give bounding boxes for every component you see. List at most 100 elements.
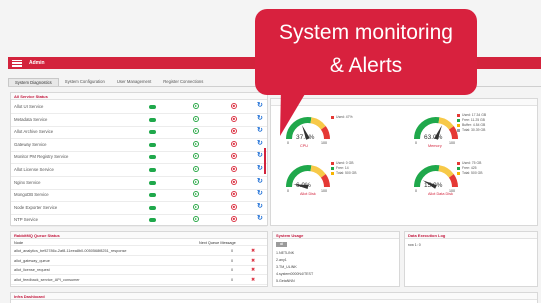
gauge-legend: Used: 75 GB Free: 425 Total: 500 GB bbox=[457, 161, 483, 176]
legend-text: Total: 500 GB bbox=[462, 171, 483, 175]
restart-icon[interactable]: ↻ bbox=[257, 189, 263, 197]
legend-swatch bbox=[457, 113, 460, 117]
stop-icon[interactable]: ■ bbox=[231, 128, 237, 135]
service-row: Metadata Service ▸ ■ ↻ bbox=[11, 114, 267, 127]
start-icon[interactable]: ▸ bbox=[193, 178, 199, 185]
scrollbar-thumb[interactable] bbox=[264, 148, 266, 174]
col-node: Node bbox=[14, 241, 24, 245]
panel-title: Data Execution Log bbox=[405, 232, 537, 239]
queue-count: 0 bbox=[231, 268, 234, 272]
stop-icon[interactable]: ■ bbox=[231, 191, 237, 198]
service-name: Monitor PM Registry Service bbox=[14, 154, 69, 160]
start-icon[interactable]: ▸ bbox=[193, 153, 199, 160]
service-row: NTP Service ▸ ■ ↻ bbox=[11, 214, 267, 228]
gauge-legend: Used: 17.34 GB Free: 11.25 GB Buffer: 4.54… bbox=[457, 113, 486, 133]
status-indicator bbox=[149, 142, 156, 147]
stop-icon[interactable]: ■ bbox=[231, 153, 237, 160]
gauge-min: 0 bbox=[287, 189, 289, 193]
queue-row: allot_analytics_be92786c-2af8-11eea8b0-0… bbox=[11, 247, 267, 256]
tab-register-connections[interactable]: Register Connections bbox=[157, 78, 209, 86]
gauge-band bbox=[438, 117, 454, 130]
stop-icon[interactable]: ■ bbox=[231, 103, 237, 109]
gauge-max: 100 bbox=[321, 141, 327, 145]
gauge-value: 6.0% bbox=[296, 182, 311, 189]
restart-icon[interactable]: ↻ bbox=[257, 151, 263, 159]
usage-item: 1.NETLINK bbox=[276, 251, 295, 255]
queue-row: allot_gateway_queue 0 ✖ bbox=[11, 257, 267, 266]
restart-icon[interactable]: ↻ bbox=[257, 202, 263, 210]
status-indicator bbox=[149, 105, 156, 109]
gauge-band bbox=[320, 174, 330, 188]
start-icon[interactable]: ▸ bbox=[193, 140, 199, 147]
start-icon[interactable]: ▸ bbox=[193, 115, 199, 122]
trash-icon[interactable]: ✖ bbox=[251, 277, 255, 283]
start-icon[interactable]: ▸ bbox=[193, 216, 199, 223]
stop-icon[interactable]: ■ bbox=[231, 178, 237, 185]
service-name: Allot UI Service bbox=[14, 104, 44, 109]
service-row: Allot UI Service ▸ ■ ↻ bbox=[11, 101, 267, 114]
status-indicator bbox=[149, 218, 156, 223]
service-row: Gateway Service ▸ ■ ↻ bbox=[11, 139, 267, 152]
gauge-min: 0 bbox=[415, 189, 417, 193]
tab-system-configuration[interactable]: System Configuration bbox=[59, 78, 111, 86]
usage-item: 3.TM_ULINK bbox=[276, 265, 297, 269]
trash-icon[interactable]: ✖ bbox=[251, 258, 255, 264]
execution-log-panel: Data Execution Log row 1: 0 bbox=[404, 231, 538, 287]
app-title: Admin bbox=[29, 60, 45, 66]
gauge-label: Allot Disk bbox=[300, 192, 316, 196]
service-row: MongoDB Service ▸ ■ ↻ bbox=[11, 189, 267, 203]
service-status-panel: All Service Status Allot UI Service ▸ ■ ↻ Me… bbox=[10, 92, 268, 228]
infra-dashboard-panel: Infra Dashboard bbox=[10, 292, 538, 303]
panel-title: RabbitMQ Queue Status bbox=[11, 232, 267, 239]
col-count: Next Queue Message bbox=[199, 241, 236, 245]
legend-swatch bbox=[457, 128, 460, 132]
start-icon[interactable]: ▸ bbox=[193, 103, 199, 109]
start-icon[interactable]: ▸ bbox=[193, 128, 199, 135]
gauge-band bbox=[448, 174, 458, 188]
trash-icon[interactable]: ✖ bbox=[251, 267, 255, 273]
stop-icon[interactable]: ■ bbox=[231, 203, 237, 210]
stop-icon[interactable]: ■ bbox=[231, 166, 237, 172]
start-icon[interactable]: ▸ bbox=[193, 203, 199, 210]
restart-icon[interactable]: ↻ bbox=[257, 214, 263, 222]
tab-system-diagnostics[interactable]: System Diagnostics bbox=[8, 78, 59, 86]
restart-icon[interactable]: ↻ bbox=[257, 164, 263, 172]
start-icon[interactable]: ▸ bbox=[193, 166, 199, 172]
status-indicator bbox=[149, 193, 156, 198]
trash-icon[interactable]: ✖ bbox=[251, 248, 255, 254]
menu-icon[interactable] bbox=[12, 59, 22, 67]
legend-swatch bbox=[331, 171, 334, 175]
service-row: Allot License Service ▸ ■ ↻ bbox=[11, 164, 267, 177]
callout-line-1: System monitoring bbox=[279, 21, 453, 44]
callout-line-2: & Alerts bbox=[329, 54, 403, 77]
start-icon[interactable]: ▸ bbox=[193, 191, 199, 198]
stop-icon[interactable]: ■ bbox=[231, 115, 237, 122]
status-indicator bbox=[149, 180, 156, 185]
queue-row: allot_feedback_service_API_consumer 0 ✖ bbox=[11, 276, 267, 285]
service-name: Node Exporter Service bbox=[14, 204, 58, 210]
legend-text: Free: 425 bbox=[462, 166, 477, 170]
status-indicator bbox=[149, 117, 156, 122]
queue-status-panel: RabbitMQ Queue Status Node Next Queue Me… bbox=[10, 231, 268, 287]
legend-text: Buffer: 4.54 GB bbox=[462, 123, 486, 127]
service-row: Allot Archive Service ▸ ■ ↻ bbox=[11, 126, 267, 140]
legend-swatch bbox=[331, 166, 334, 170]
stop-icon[interactable]: ■ bbox=[231, 140, 237, 147]
log-text: row 1: 0 bbox=[408, 243, 421, 247]
stop-icon[interactable]: ■ bbox=[231, 216, 237, 223]
service-row: Monitor PM Registry Service ▸ ■ ↻ bbox=[11, 151, 267, 165]
usage-item: 4.system0000N4/TEST bbox=[276, 272, 314, 276]
gauge-band bbox=[310, 165, 326, 178]
callout-text: System monitoring & Alerts bbox=[255, 16, 477, 82]
legend-swatch bbox=[457, 171, 460, 175]
legend-text: Free: 11.25 GB bbox=[462, 118, 485, 122]
filter-button[interactable]: all bbox=[276, 242, 287, 247]
gauge-band bbox=[438, 165, 454, 178]
gauge-band bbox=[448, 126, 458, 140]
legend-text: Used: 0 GB bbox=[336, 161, 354, 165]
tab-user-management[interactable]: User Management bbox=[111, 78, 157, 86]
status-indicator bbox=[149, 168, 156, 172]
restart-icon[interactable]: ↻ bbox=[257, 177, 263, 185]
gauge-label: CPU bbox=[300, 144, 309, 148]
gauge-value: 63.0% bbox=[424, 134, 443, 141]
